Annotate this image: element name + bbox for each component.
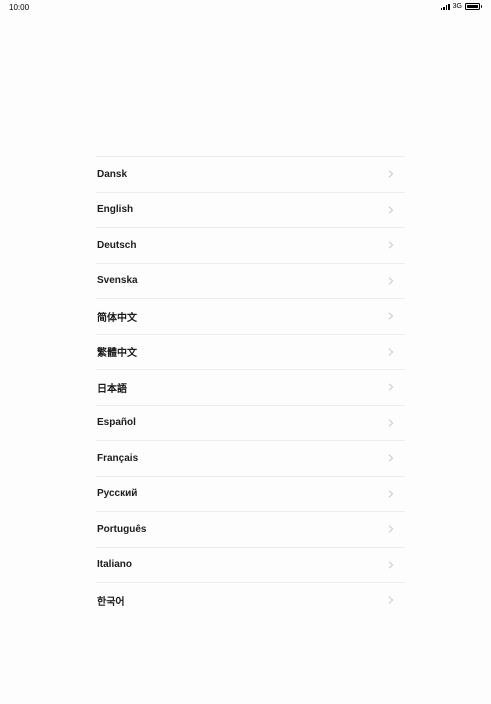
language-label: 日本語 — [97, 383, 127, 395]
language-label: Português — [97, 523, 147, 535]
language-label: English — [97, 204, 134, 216]
chevron-right-icon — [388, 170, 394, 178]
language-label: 简体中文 — [97, 312, 137, 324]
chevron-right-icon — [388, 241, 394, 249]
chevron-right-icon — [388, 596, 394, 604]
language-list[interactable]: Dansk English Deutsch Svenska 简体中文繁體中文日本語 Esp… — [96, 156, 405, 607]
language-option[interactable]: 日本語 — [96, 370, 405, 406]
language-option[interactable]: Deutsch — [96, 228, 405, 264]
status-bar: 10:00 3G — [0, 0, 491, 14]
language-label: Русский — [97, 488, 138, 500]
chevron-right-icon — [388, 277, 394, 285]
chevron-right-icon — [388, 525, 394, 533]
network-type: 3G — [452, 3, 462, 10]
language-option[interactable]: 繁體中文 — [96, 335, 405, 370]
chevron-right-icon — [388, 454, 394, 462]
language-label: 한국어 — [97, 596, 125, 607]
battery-icon — [465, 3, 482, 10]
chevron-right-icon — [388, 490, 394, 498]
language-option[interactable]: Português — [96, 512, 405, 548]
language-option[interactable]: 한국어 — [96, 583, 405, 607]
language-option[interactable]: Русский — [96, 477, 405, 512]
language-label: Italiano — [97, 559, 133, 571]
language-label: Français — [97, 452, 139, 464]
status-indicators: 3G — [440, 3, 482, 10]
language-option[interactable]: Español — [96, 406, 405, 441]
language-label: Svenska — [97, 275, 138, 287]
chevron-right-icon — [388, 383, 394, 391]
signal-bars-icon — [440, 3, 450, 10]
chevron-right-icon — [388, 561, 394, 569]
language-label: Deutsch — [97, 239, 137, 251]
chevron-right-icon — [388, 312, 394, 320]
chevron-right-icon — [388, 348, 394, 356]
language-option[interactable]: Dansk — [96, 157, 405, 193]
language-label: 繁體中文 — [97, 348, 137, 360]
language-option[interactable]: Français — [96, 441, 405, 477]
language-option[interactable]: 简体中文 — [96, 299, 405, 335]
chevron-right-icon — [388, 206, 394, 214]
language-option[interactable]: Svenska — [96, 264, 405, 299]
language-option[interactable]: English — [96, 193, 405, 228]
chevron-right-icon — [388, 419, 394, 427]
language-label: Español — [97, 417, 136, 429]
language-option[interactable]: Italiano — [96, 548, 405, 583]
status-time: 10:00 — [9, 3, 30, 12]
language-label: Dansk — [97, 168, 128, 180]
